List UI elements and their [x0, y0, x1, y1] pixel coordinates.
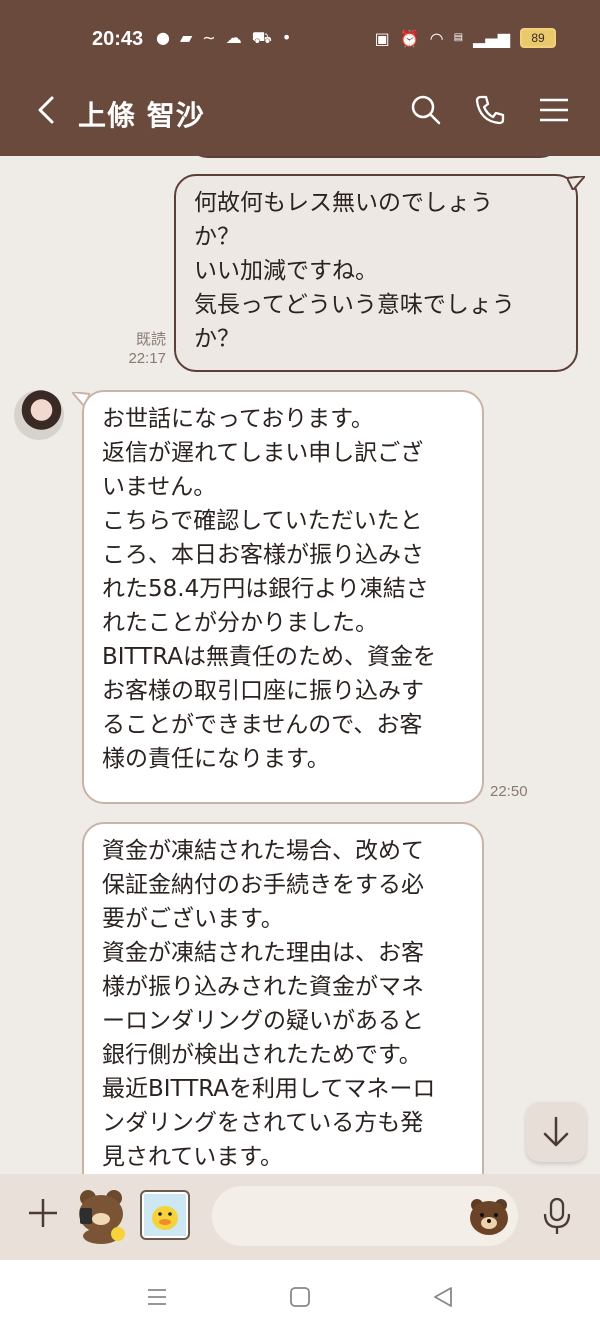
nfc-icon: ▣: [374, 28, 390, 48]
scroll-to-bottom-button[interactable]: [526, 1102, 586, 1162]
chat-header: 上條 智沙: [0, 80, 600, 156]
alarm-icon: ⏰: [399, 28, 420, 48]
battery-indicator: 89: [520, 28, 556, 48]
wifi-icon: ◠: [429, 28, 444, 48]
read-receipt: 既読: [135, 331, 166, 348]
bubble-tail: [567, 176, 585, 190]
home-icon[interactable]: [287, 1284, 313, 1310]
back-triangle-icon[interactable]: [430, 1284, 456, 1310]
message-time: 22:17: [128, 350, 166, 367]
status-time: 20:43: [92, 28, 144, 50]
menu-icon[interactable]: [536, 92, 572, 128]
top-bar: 20:43 ● ▰ ∼ ☁ ⛟ • ▣ ⏰ ◠ ▤ ▂▄▆ 89 上條 智沙: [0, 0, 600, 156]
tilde-icon: ∼: [202, 28, 216, 47]
outgoing-message-bubble[interactable]: 何故何もレス無いのでしょう か？ いい加減ですね。 気長ってどういう意味でしょう…: [174, 174, 578, 372]
message-time: 22:50: [490, 783, 528, 800]
incoming-message-bubble[interactable]: 資金が凍結された場合、改めて 保証金納付のお手続きをする必 要がございます。 資…: [82, 822, 484, 1174]
cart-icon: ⛟: [251, 28, 272, 47]
plus-icon[interactable]: [26, 1196, 60, 1230]
ww-app-icon: ▰: [179, 28, 193, 47]
phone-icon[interactable]: [472, 92, 508, 128]
contact-avatar[interactable]: [14, 390, 64, 440]
arrow-down-icon: [543, 1116, 569, 1147]
search-icon[interactable]: [408, 92, 444, 128]
status-bar: 20:43 ● ▰ ∼ ☁ ⛟ • ▣ ⏰ ◠ ▤ ▂▄▆ 89: [0, 0, 600, 80]
status-left-icons: ● ▰ ∼ ☁ ⛟ •: [156, 28, 291, 49]
previous-bubble-edge: [186, 156, 562, 158]
chat-area[interactable]: 何故何もレス無いのでしょう か？ いい加減ですね。 気長ってどういう意味でしょう…: [0, 156, 600, 1174]
emoji-bear-icon[interactable]: [468, 1196, 510, 1236]
incoming-message-bubble[interactable]: お世話になっております。 返信が遅れてしまい申し訳ござ いません。 こちらで確認…: [82, 390, 484, 804]
chat-bubble-icon: ●: [156, 28, 170, 47]
signal-icon: ▂▄▆: [473, 28, 510, 48]
dot-icon: •: [281, 28, 292, 47]
brown-bear-sticker-icon[interactable]: [74, 1186, 130, 1244]
status-right-icons: ▣ ⏰ ◠ ▤ ▂▄▆ 89: [375, 28, 556, 48]
sally-sticker-icon[interactable]: [140, 1190, 190, 1240]
volte-icon: ▤: [453, 32, 464, 43]
recent-apps-icon[interactable]: [144, 1284, 170, 1310]
system-navigation-bar: [0, 1260, 600, 1333]
microphone-icon[interactable]: [540, 1196, 574, 1236]
cloud-icon: ☁: [225, 28, 242, 47]
chat-title: 上條 智沙: [78, 99, 205, 132]
back-arrow-icon[interactable]: [28, 90, 68, 130]
input-bar: [0, 1174, 600, 1260]
